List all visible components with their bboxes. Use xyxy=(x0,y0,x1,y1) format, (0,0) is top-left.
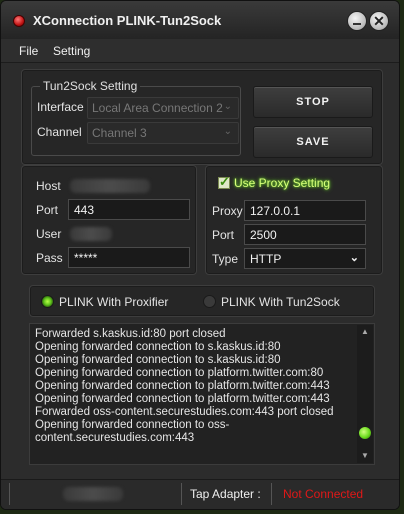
tun2sock-radio[interactable] xyxy=(203,295,216,308)
tun2sock-radio-label[interactable]: PLINK With Tun2Sock xyxy=(221,295,340,309)
status-bar: Tap Adapter : Not Connected xyxy=(1,479,399,509)
tun2sock-groupbox: Tun2Sock Setting Interface Local Area Co… xyxy=(31,79,241,156)
log-line: Opening forwarded connection to oss- xyxy=(35,419,230,431)
host-label: Host xyxy=(36,179,61,193)
log-line: Forwarded oss-content.securestudies.com:… xyxy=(35,406,334,418)
channel-label: Channel xyxy=(37,125,82,139)
log-line: Opening forwarded connection to platform… xyxy=(35,367,324,379)
scroll-thumb[interactable] xyxy=(359,427,371,439)
log-output[interactable]: Forwarded s.kaskus.id:80 port closed Ope… xyxy=(29,323,375,465)
user-value-redacted xyxy=(70,227,112,241)
channel-select[interactable]: Channel 3 ⌄ xyxy=(87,122,239,144)
port-label: Port xyxy=(36,203,59,217)
status-divider xyxy=(181,483,182,505)
status-divider xyxy=(271,483,272,505)
tap-adapter-label: Tap Adapter : xyxy=(190,487,261,501)
interface-value: Local Area Connection 2 xyxy=(92,101,223,115)
scroll-up-icon[interactable]: ▲ xyxy=(357,325,373,339)
chevron-down-icon: ⌄ xyxy=(223,101,232,112)
tun2sock-legend: Tun2Sock Setting xyxy=(40,79,141,93)
chevron-down-icon: ⌄ xyxy=(349,252,359,264)
proxy-label: Proxy xyxy=(212,204,243,218)
app-window: XConnection PLINK-Tun2Sock ✕ File Settin… xyxy=(0,0,400,510)
chevron-down-icon: ⌄ xyxy=(223,126,232,137)
host-value-redacted xyxy=(70,179,150,193)
proxy-host-input[interactable]: 127.0.0.1 xyxy=(244,200,366,221)
title-bar[interactable]: XConnection PLINK-Tun2Sock ✕ xyxy=(1,1,399,39)
menu-file[interactable]: File xyxy=(19,44,38,58)
menu-setting[interactable]: Setting xyxy=(53,44,90,58)
app-red-dot-icon xyxy=(13,15,25,27)
log-line: content.securestudies.com:443 xyxy=(35,432,195,444)
status-divider xyxy=(9,483,10,505)
stop-button[interactable]: STOP xyxy=(253,86,373,118)
log-lines: Forwarded s.kaskus.id:80 port closed Ope… xyxy=(35,328,355,445)
server-panel: Host Port 443 User Pass ***** xyxy=(21,165,197,275)
channel-value: Channel 3 xyxy=(92,126,147,140)
type-label: Type xyxy=(212,252,239,266)
log-line: Opening forwarded connection to platform… xyxy=(35,380,330,392)
close-button[interactable]: ✕ xyxy=(369,11,389,31)
proxy-type-select[interactable]: HTTP ⌄ xyxy=(244,248,366,269)
password-input[interactable]: ***** xyxy=(68,247,190,268)
proxy-port-label: Port xyxy=(212,228,235,242)
menu-bar: File Setting xyxy=(1,39,399,63)
proxy-panel: ✓ Use Proxy Setting Proxy 127.0.0.1 Port… xyxy=(205,165,383,275)
window-title: XConnection PLINK-Tun2Sock xyxy=(33,13,222,28)
mode-panel: PLINK With Proxifier PLINK With Tun2Sock xyxy=(29,285,375,317)
proxifier-radio-label[interactable]: PLINK With Proxifier xyxy=(59,295,168,309)
minimize-button[interactable] xyxy=(347,11,367,31)
checkmark-icon: ✓ xyxy=(219,174,230,189)
proxy-type-value: HTTP xyxy=(250,252,282,266)
use-proxy-checkbox[interactable]: ✓ xyxy=(218,174,230,189)
log-line: Forwarded s.kaskus.id:80 port closed xyxy=(35,328,226,340)
log-line: Opening forwarded connection to s.kaskus… xyxy=(35,354,281,366)
log-scrollbar[interactable]: ▲ ▼ xyxy=(357,325,373,463)
save-button[interactable]: SAVE xyxy=(253,126,373,158)
minimize-icon xyxy=(353,23,361,25)
status-field-redacted xyxy=(63,487,123,501)
server-port-input[interactable]: 443 xyxy=(68,199,190,220)
interface-label: Interface xyxy=(37,100,84,114)
tap-adapter-status: Not Connected xyxy=(283,487,364,501)
tun2sock-panel: Tun2Sock Setting Interface Local Area Co… xyxy=(21,69,383,165)
scroll-down-icon[interactable]: ▼ xyxy=(357,449,373,463)
pass-label: Pass xyxy=(36,251,63,265)
interface-select[interactable]: Local Area Connection 2 ⌄ xyxy=(87,97,239,119)
user-label: User xyxy=(36,227,62,241)
use-proxy-label[interactable]: Use Proxy Setting xyxy=(234,176,330,190)
proxy-port-input[interactable]: 2500 xyxy=(244,224,366,245)
proxifier-radio[interactable] xyxy=(41,295,54,308)
log-line: Opening forwarded connection to s.kaskus… xyxy=(35,341,281,353)
close-icon: ✕ xyxy=(373,13,385,29)
log-line: Opening forwarded connection to platform… xyxy=(35,393,330,405)
